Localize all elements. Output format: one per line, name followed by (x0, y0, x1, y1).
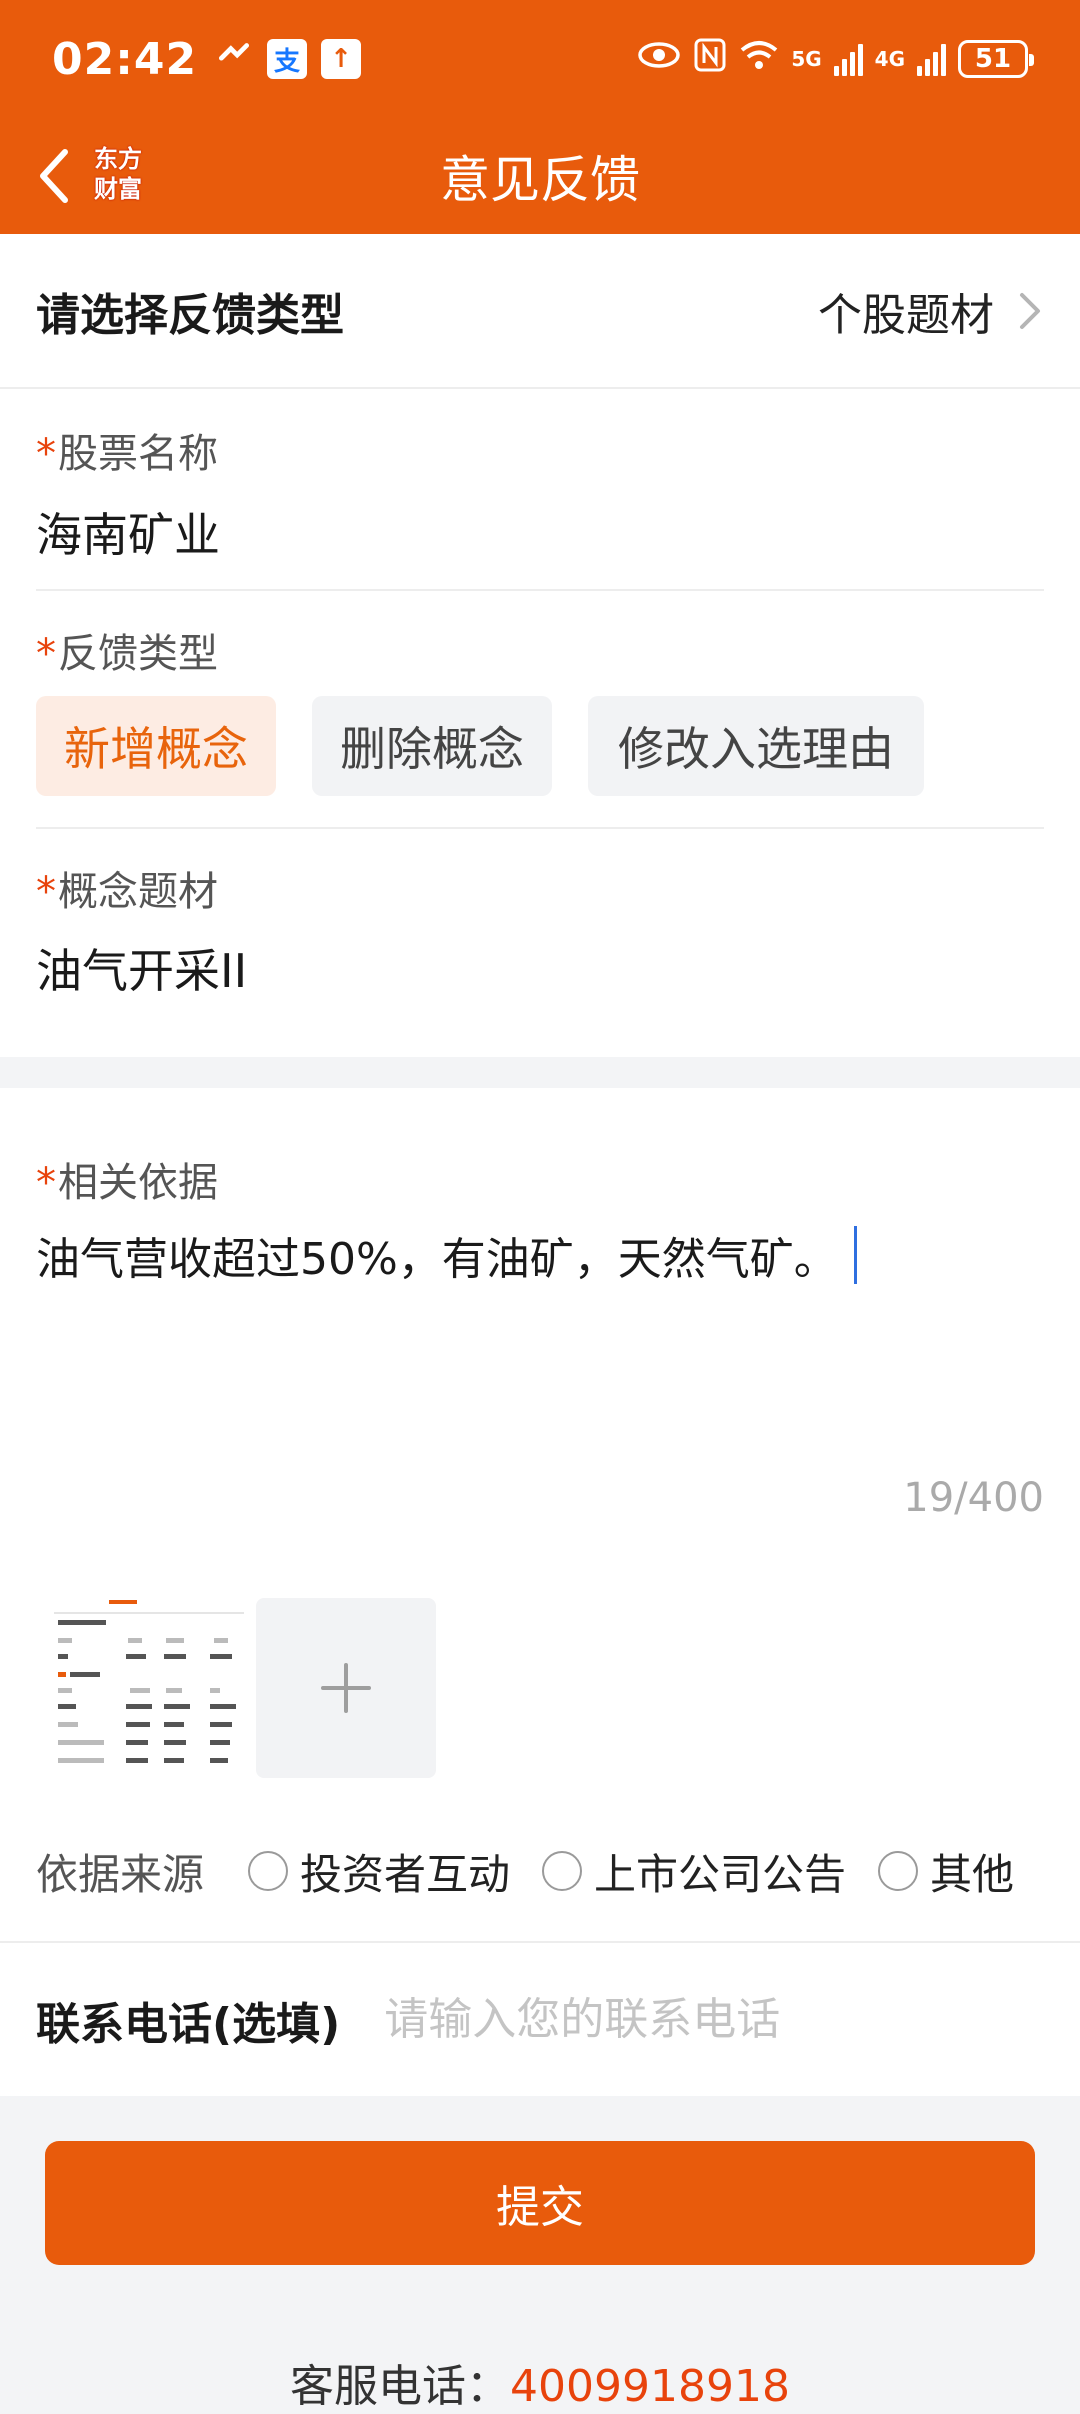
wifi-icon (739, 39, 779, 79)
signal-4g-icon (917, 42, 946, 76)
chip-add-concept[interactable]: 新增概念 (36, 696, 276, 796)
chevron-left-icon (40, 149, 68, 203)
feedback-type-value: 个股题材 (818, 289, 994, 341)
add-image-button[interactable] (256, 1598, 436, 1778)
app-logo: 东方 财富 (86, 138, 150, 210)
signal-5g-icon (833, 42, 863, 76)
basis-text-value: 油气营收超过50%，有油矿，天然气矿。 (36, 1234, 838, 1285)
contact-phone-input[interactable] (384, 1994, 1044, 2045)
chip-modify-reason[interactable]: 修改入选理由 (588, 696, 924, 796)
eye-icon (637, 40, 681, 78)
network-4g-label: 4G (874, 47, 905, 71)
source-selector: 依据来源 投资者互动 上市公司公告 其他 (0, 1826, 1080, 1916)
source-option-other[interactable]: 其他 (878, 1841, 1014, 1902)
stock-name-label: *股票名称 (36, 431, 218, 477)
basis-label: *相关依据 (36, 1160, 218, 1206)
contact-phone-label: 联系电话(选填) (36, 1998, 341, 2050)
source-option-label: 上市公司公告 (594, 1849, 847, 1899)
required-mark: * (36, 631, 56, 677)
required-mark: * (36, 869, 56, 915)
logo-line2: 财富 (94, 175, 142, 203)
status-time: 02:42 (52, 33, 198, 85)
logo-line1: 东方 (94, 145, 142, 173)
chip-delete-concept[interactable]: 删除概念 (312, 696, 552, 796)
required-mark: * (36, 1160, 56, 1206)
back-button[interactable] (20, 140, 90, 212)
radio-button-icon (248, 1851, 288, 1891)
contact-phone-row: 联系电话(选填) (0, 1941, 1080, 2096)
nav-bar: 意见反馈 东方 财富 (0, 118, 1080, 234)
radio-button-icon (878, 1851, 918, 1891)
link-icon (215, 36, 253, 83)
source-option-label: 其他 (930, 1849, 1015, 1899)
status-bar: 02:42 支 ↑ 5G 4G 51 (0, 0, 1080, 118)
alipay-icon: 支 (267, 39, 308, 79)
nfc-icon (693, 37, 727, 81)
source-option-investor-interaction[interactable]: 投资者互动 (248, 1841, 510, 1902)
service-label: 客服电话： (290, 2361, 511, 2412)
feedback-form: *股票名称 海南矿业 *反馈类型 新增概念 删除概念 修改入选理由 *概念题材 … (0, 389, 1080, 1057)
attached-image-thumbnail[interactable] (54, 1598, 244, 1778)
divider (36, 589, 1044, 591)
divider (36, 827, 1044, 829)
plus-icon (321, 1663, 371, 1713)
network-5g-label: 5G (791, 47, 822, 71)
source-option-label: 投资者互动 (300, 1849, 511, 1899)
required-mark: * (36, 431, 56, 477)
source-option-company-announcement[interactable]: 上市公司公告 (542, 1841, 846, 1902)
service-phone-number[interactable]: 4009918918 (510, 2361, 790, 2412)
page-title: 意见反馈 (440, 151, 640, 209)
chevron-right-icon (1020, 292, 1040, 329)
char-counter: 19/400 (903, 1475, 1044, 1521)
customer-service-hotline: 客服电话：4009918918 (0, 2350, 1080, 2414)
feedback-type-selector[interactable]: 请选择反馈类型 个股题材 (0, 234, 1080, 389)
concept-value[interactable]: 油气开采II (36, 935, 247, 1001)
text-cursor (853, 1226, 857, 1284)
feedback-type-label: 请选择反馈类型 (36, 289, 344, 341)
radio-button-icon (542, 1851, 582, 1891)
upload-icon: ↑ (321, 39, 362, 79)
battery-icon: 51 (958, 40, 1034, 78)
basis-textarea[interactable]: 油气营收超过50%，有油矿，天然气矿。 (36, 1223, 857, 1287)
submit-button[interactable]: 提交 (45, 2141, 1035, 2265)
feedback-kind-label: *反馈类型 (36, 631, 218, 677)
basis-section: *相关依据 油气营收超过50%，有油矿，天然气矿。 19/400 依据来源 投资… (0, 1088, 1080, 1941)
source-label: 依据来源 (36, 1849, 205, 1899)
concept-label: *概念题材 (36, 869, 218, 915)
stock-name-value[interactable]: 海南矿业 (36, 499, 220, 565)
